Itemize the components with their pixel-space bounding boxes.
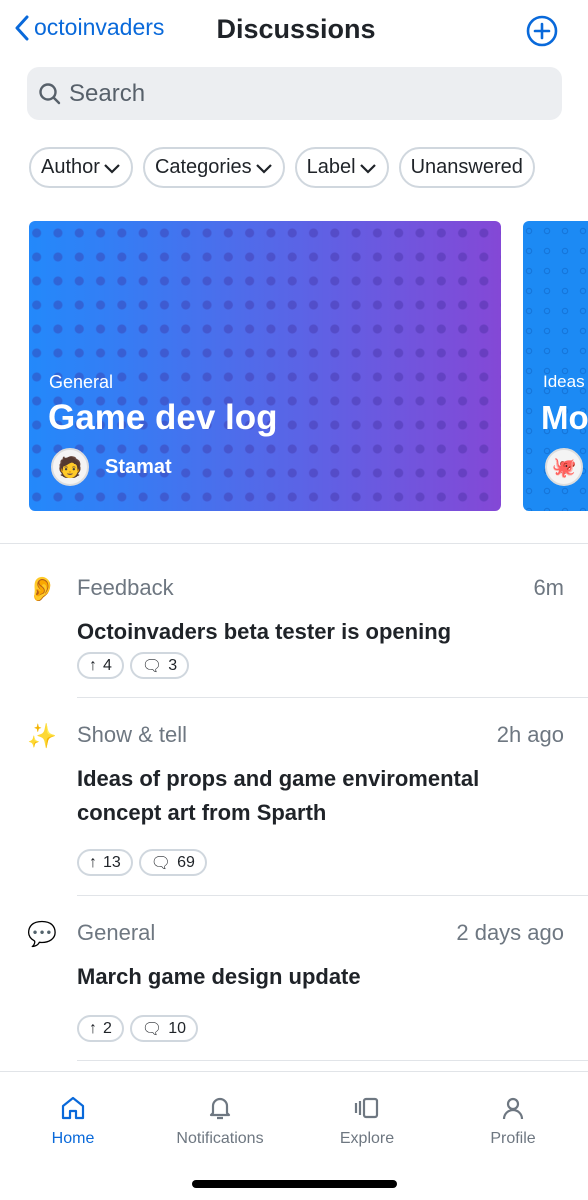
item-title: Octoinvaders beta tester is opening [77,619,452,644]
page-title: Discussions [0,14,588,45]
item-category: Feedback [77,575,174,600]
item-category: General [77,920,156,945]
card-category: Ideas [543,372,585,391]
upvote-button[interactable]: ↑ 4 [77,652,124,679]
card-category: General [49,372,114,392]
filter-author[interactable]: Author [29,147,133,188]
nav-bar: octoinvaders Discussions [0,0,588,60]
chevron-down-icon [255,163,272,174]
divider [77,895,588,896]
tab-bar: Home Notifications Explore Profile [0,1071,588,1200]
divider [0,543,588,544]
page-title-text: Discussions [216,14,376,44]
comment-icon: 🗨 [141,657,163,675]
card-title: Mo [541,399,588,436]
filter-label: Author [41,156,100,178]
tab-label: Home [51,1130,95,1147]
featured-card[interactable]: Ideas Mo 🐙 [523,221,588,511]
item-stats: ↑ 2 🗨 10 [77,1015,199,1042]
home-icon [61,1096,85,1120]
search-placeholder: Search [69,79,146,107]
item-title: March game design update [77,964,361,989]
sparkles-icon: ✨ [27,723,57,750]
tab-home[interactable]: Home [3,1094,143,1148]
comment-count: 3 [168,656,178,674]
card-title: Game dev log [48,398,278,437]
item-stats: ↑ 4 🗨 3 [77,652,190,679]
tab-label: Notifications [176,1130,264,1147]
tab-label: Profile [490,1130,536,1147]
filter-unanswered[interactable]: Unanswered [398,147,535,188]
comments-badge: 🗨 3 [129,652,190,679]
tab-notifications[interactable]: Notifications [150,1094,290,1148]
chevron-down-icon [359,163,376,174]
card-author: 🧑 Stamat [51,448,172,486]
filter-bar: Author Categories Label Unanswered [29,147,535,188]
divider [77,697,588,698]
item-category: Show & tell [77,722,188,747]
featured-card[interactable]: General Game dev log 🧑 Stamat [29,221,501,511]
comments-badge: 🗨 10 [129,1015,199,1042]
divider [77,1060,588,1061]
arrow-up-icon: ↑ [89,1019,97,1037]
comments-badge: 🗨 69 [138,849,207,876]
filter-categories[interactable]: Categories [142,147,285,188]
search-icon [39,82,61,104]
item-time: 2h ago [496,722,564,747]
item-title: Ideas of props and game enviromental con… [77,766,480,825]
filter-label: Unanswered [410,156,523,178]
item-time: 2 days ago [456,920,564,945]
upvote-button[interactable]: ↑ 13 [77,849,133,876]
comment-count: 69 [177,853,195,871]
comment-icon: 🗨 [141,1020,163,1038]
filter-label-text: Label [306,156,356,178]
bell-icon [209,1097,231,1120]
home-indicator [192,1180,397,1188]
item-time: 6m [533,575,564,600]
upvote-count: 4 [103,656,112,674]
ear-icon: 👂 [27,576,57,603]
author-name: Stamat [105,455,172,478]
comment-count: 10 [168,1019,187,1037]
arrow-up-icon: ↑ [89,656,97,674]
item-stats: ↑ 13 🗨 69 [77,849,207,876]
filter-label[interactable]: Label [294,147,389,188]
speech-bubble-icon: 💬 [27,921,57,948]
plus-circle-icon[interactable] [526,15,558,47]
chevron-down-icon [104,163,120,174]
upvote-count: 13 [103,853,121,871]
filter-label: Categories [154,156,252,178]
explore-icon [354,1097,379,1119]
upvote-button[interactable]: ↑ 2 [77,1015,124,1042]
tab-profile[interactable]: Profile [443,1094,583,1148]
search-input[interactable]: Search [27,67,562,120]
card-author: 🐙 [545,448,583,486]
arrow-up-icon: ↑ [89,853,97,871]
avatar: 🧑 [51,448,89,486]
tab-explore[interactable]: Explore [297,1094,437,1148]
upvote-count: 2 [103,1019,112,1037]
tab-label: Explore [339,1130,395,1147]
comment-icon: 🗨 [150,854,172,872]
person-icon [502,1097,524,1120]
avatar: 🐙 [545,448,583,486]
